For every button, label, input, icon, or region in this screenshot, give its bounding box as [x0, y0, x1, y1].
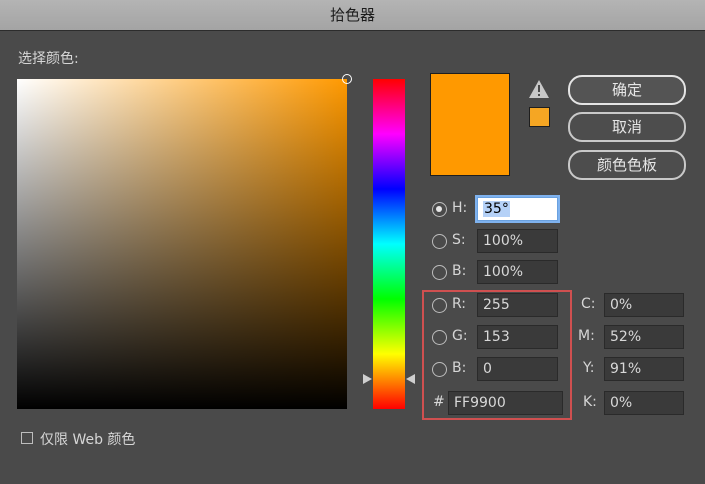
- swatches-button[interactable]: 颜色色板: [568, 150, 686, 180]
- hue-radio[interactable]: [432, 202, 447, 217]
- window-titlebar: 拾色器: [0, 0, 705, 31]
- cyan-label: C:: [581, 296, 596, 312]
- yellow-label: Y:: [583, 360, 595, 376]
- color-field-cursor[interactable]: [342, 74, 352, 84]
- hue-slider[interactable]: [373, 79, 405, 409]
- blue-radio[interactable]: [432, 362, 447, 377]
- hue-label: H:: [452, 200, 468, 216]
- magenta-input[interactable]: 52%: [604, 325, 684, 349]
- color-field[interactable]: [17, 74, 352, 409]
- hex-label: #: [433, 394, 445, 410]
- web-only-checkbox[interactable]: [21, 432, 33, 444]
- hue-slider-right-arrow-icon[interactable]: [406, 374, 415, 384]
- green-radio[interactable]: [432, 330, 447, 345]
- hex-input[interactable]: FF9900: [448, 391, 563, 415]
- web-only-label[interactable]: 仅限 Web 颜色: [40, 429, 135, 449]
- green-input[interactable]: 153: [477, 325, 558, 349]
- hue-value: 35: [484, 201, 502, 217]
- green-label: G:: [452, 328, 468, 344]
- brightness-input[interactable]: 100%: [477, 260, 558, 284]
- blue-input[interactable]: 0: [477, 357, 558, 381]
- warning-triangle-icon[interactable]: [528, 78, 550, 100]
- blue-label: B:: [452, 360, 467, 376]
- saturation-label: S:: [452, 232, 466, 248]
- yellow-input[interactable]: 91%: [604, 357, 684, 381]
- select-color-label: 选择颜色:: [18, 51, 79, 67]
- cancel-button[interactable]: 取消: [568, 112, 686, 142]
- ok-button[interactable]: 确定: [568, 75, 686, 105]
- saturation-input[interactable]: 100%: [477, 229, 558, 253]
- red-input[interactable]: 255: [477, 293, 558, 317]
- red-label: R:: [452, 296, 467, 312]
- web-safe-color-swatch[interactable]: [529, 107, 550, 127]
- saturation-radio[interactable]: [432, 234, 447, 249]
- black-label: K:: [583, 394, 597, 410]
- brightness-label: B:: [452, 263, 467, 279]
- red-radio[interactable]: [432, 298, 447, 313]
- magenta-label: M:: [578, 328, 595, 344]
- window-title: 拾色器: [329, 6, 375, 24]
- brightness-radio[interactable]: [432, 265, 447, 280]
- hue-input[interactable]: 35°: [477, 197, 558, 221]
- black-input[interactable]: 0%: [604, 391, 684, 415]
- new-color-swatch: [430, 73, 510, 176]
- hue-slider-left-arrow-icon[interactable]: [363, 374, 372, 384]
- cyan-input[interactable]: 0%: [604, 293, 684, 317]
- hue-degree: °: [501, 201, 509, 217]
